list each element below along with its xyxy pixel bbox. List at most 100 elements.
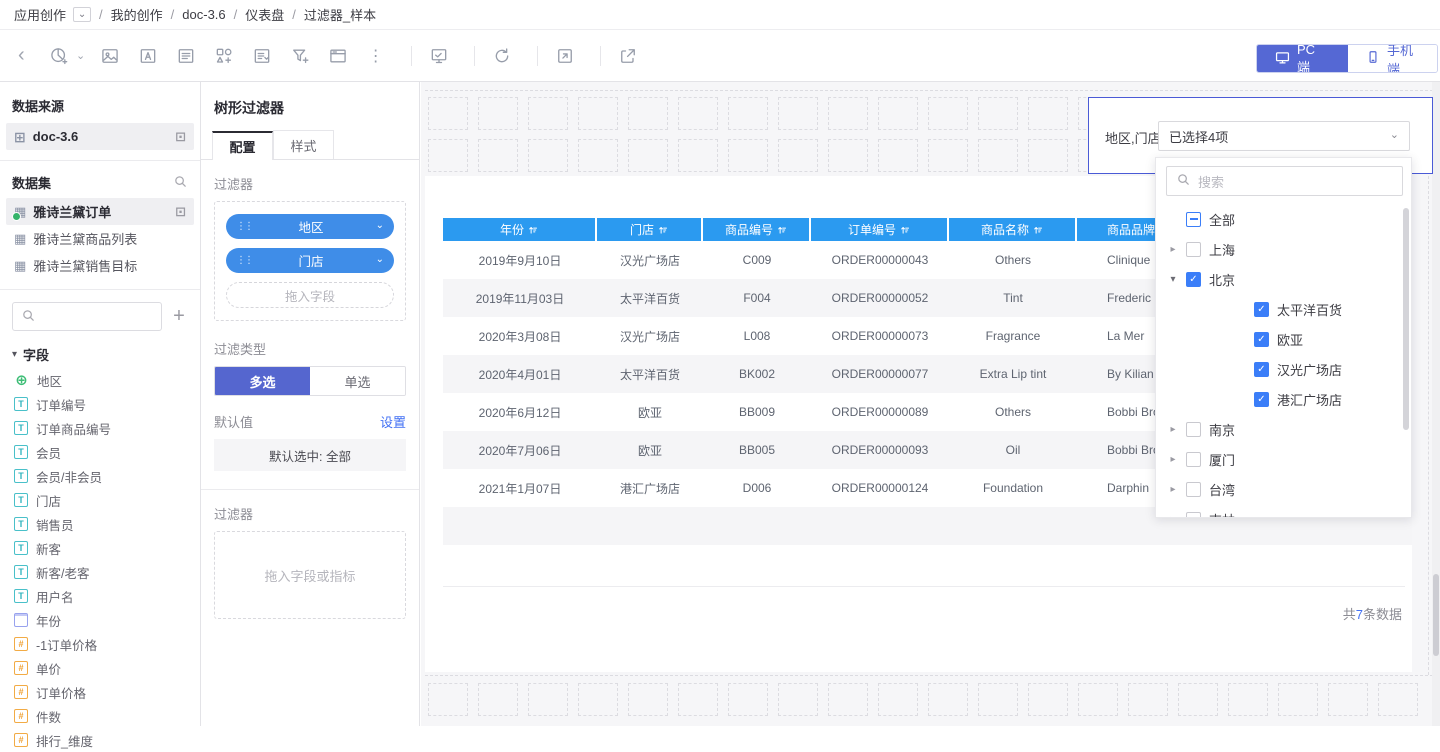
- field-item[interactable]: #单价: [0, 656, 200, 680]
- breadcrumb-item[interactable]: 仪表盘: [245, 5, 284, 24]
- sort-icon[interactable]: [528, 225, 538, 235]
- filter-chip[interactable]: ⋮⋮门店⌄: [226, 248, 394, 273]
- checkbox-unchecked[interactable]: [1186, 242, 1201, 257]
- field-item[interactable]: T会员: [0, 440, 200, 464]
- metric-drop-zone[interactable]: 拖入字段或指标: [214, 531, 406, 619]
- tree-option-南京[interactable]: ▸南京: [1156, 414, 1403, 444]
- component-add-icon[interactable]: [209, 41, 239, 71]
- sort-icon[interactable]: [658, 225, 668, 235]
- panel-toggle-icon[interactable]: ⊡: [175, 129, 186, 145]
- field-search-input[interactable]: [12, 302, 162, 331]
- dataset-item[interactable]: ▦雅诗兰黛商品列表: [6, 225, 194, 252]
- field-item[interactable]: T销售员: [0, 512, 200, 536]
- column-header-3[interactable]: 商品编号: [703, 218, 811, 241]
- drop-field-placeholder[interactable]: 拖入字段: [226, 282, 394, 308]
- tree-option-港汇广场店[interactable]: ✓港汇广场店: [1156, 384, 1403, 414]
- field-item[interactable]: T门店: [0, 488, 200, 512]
- filter-type-多选[interactable]: 多选: [215, 367, 310, 395]
- tree-option-上海[interactable]: ▸上海: [1156, 234, 1403, 264]
- checkbox-checked[interactable]: ✓: [1254, 302, 1269, 317]
- checkbox-unchecked[interactable]: [1186, 452, 1201, 467]
- breadcrumb-item[interactable]: 应用创作: [14, 5, 66, 24]
- chevron-down-icon[interactable]: ⌄: [76, 49, 85, 62]
- tab-样式[interactable]: 样式: [273, 130, 334, 159]
- canvas-scrollbar[interactable]: [1432, 82, 1440, 726]
- field-item[interactable]: #件数: [0, 704, 200, 728]
- checkbox-checked[interactable]: ✓: [1186, 272, 1201, 287]
- checkbox-indeterminate[interactable]: [1186, 212, 1201, 227]
- tree-option-台湾[interactable]: ▸台湾: [1156, 474, 1403, 504]
- tab-block-icon[interactable]: [323, 41, 353, 71]
- tree-option-北京[interactable]: ▾✓北京: [1156, 264, 1403, 294]
- field-item[interactable]: #-1订单价格: [0, 632, 200, 656]
- chevron-down-icon[interactable]: ⌄: [372, 220, 384, 231]
- field-item[interactable]: T用户名: [0, 584, 200, 608]
- tree-search-input[interactable]: 搜索: [1166, 166, 1403, 196]
- checkbox-unchecked[interactable]: [1186, 482, 1201, 497]
- list-filter-icon[interactable]: [247, 41, 277, 71]
- image-icon[interactable]: [95, 41, 125, 71]
- sort-icon[interactable]: [1033, 225, 1043, 235]
- column-header-4[interactable]: 订单编号: [811, 218, 949, 241]
- fullscreen-icon[interactable]: [550, 41, 580, 71]
- form-icon[interactable]: [171, 41, 201, 71]
- collapse-arrow-icon[interactable]: ▸: [1166, 484, 1180, 495]
- field-item[interactable]: T会员/非会员: [0, 464, 200, 488]
- filter-chip[interactable]: ⋮⋮地区⌄: [226, 214, 394, 239]
- chevron-down-icon[interactable]: ⌄: [372, 254, 384, 265]
- sort-icon[interactable]: [777, 225, 787, 235]
- checkbox-unchecked[interactable]: [1186, 512, 1201, 519]
- filter-select[interactable]: 已选择4项 ⌄: [1158, 121, 1410, 151]
- settings-link[interactable]: 设置: [380, 412, 406, 431]
- tree-option-全部[interactable]: 全部: [1156, 204, 1403, 234]
- field-item[interactable]: 年份: [0, 608, 200, 632]
- dataset-search-icon[interactable]: [173, 174, 188, 192]
- field-item[interactable]: T新客/老客: [0, 560, 200, 584]
- collapse-arrow-icon[interactable]: ▾: [12, 349, 17, 360]
- field-item[interactable]: T订单编号: [0, 392, 200, 416]
- breadcrumb-item[interactable]: 我的创作: [111, 5, 163, 24]
- filter-type-单选[interactable]: 单选: [310, 367, 405, 395]
- tree-option-太平洋百货[interactable]: ✓太平洋百货: [1156, 294, 1403, 324]
- back-icon[interactable]: ‹: [18, 44, 34, 67]
- add-field-button[interactable]: +: [170, 305, 188, 328]
- field-item[interactable]: #订单价格: [0, 680, 200, 704]
- breadcrumb-item[interactable]: doc-3.6: [182, 7, 225, 22]
- tree-option-汉光广场店[interactable]: ✓汉光广场店: [1156, 354, 1403, 384]
- tree-option-吉林[interactable]: ▸吉林: [1156, 504, 1403, 518]
- panel-toggle-icon[interactable]: ⊡: [175, 204, 186, 220]
- dashboard-canvas[interactable]: 年份门店商品编号订单编号商品名称商品品牌 2019年9月10日汉光广场店C009…: [421, 82, 1440, 726]
- field-item[interactable]: ⊕地区: [0, 368, 200, 392]
- column-header-2[interactable]: 门店: [597, 218, 703, 241]
- checkbox-checked[interactable]: ✓: [1254, 332, 1269, 347]
- default-value-box[interactable]: 默认选中: 全部: [214, 439, 406, 471]
- field-item[interactable]: T订单商品编号: [0, 416, 200, 440]
- drag-handle-icon[interactable]: ⋮⋮: [236, 221, 250, 232]
- collapse-arrow-icon[interactable]: ▸: [1166, 424, 1180, 435]
- text-icon[interactable]: [133, 41, 163, 71]
- sort-icon[interactable]: [900, 225, 910, 235]
- data-source-item[interactable]: ⊞ doc-3.6 ⊡: [6, 123, 194, 150]
- tab-配置[interactable]: 配置: [212, 131, 273, 160]
- field-item[interactable]: T新客: [0, 536, 200, 560]
- chart-add-icon[interactable]: [44, 41, 74, 71]
- column-header-1[interactable]: 年份: [443, 218, 597, 241]
- collapse-arrow-icon[interactable]: ▸: [1166, 514, 1180, 519]
- tree-option-厦门[interactable]: ▸厦门: [1156, 444, 1403, 474]
- dropdown-scrollbar[interactable]: [1403, 208, 1409, 430]
- tree-option-欧亚[interactable]: ✓欧亚: [1156, 324, 1403, 354]
- funnel-add-icon[interactable]: [285, 41, 315, 71]
- drag-handle-icon[interactable]: ⋮⋮: [236, 255, 250, 266]
- more-icon[interactable]: ⋮: [361, 41, 391, 71]
- collapse-arrow-icon[interactable]: ▸: [1166, 244, 1180, 255]
- breadcrumb-item[interactable]: 过滤器_样本: [304, 5, 376, 24]
- checkbox-checked[interactable]: ✓: [1254, 392, 1269, 407]
- dataset-item[interactable]: ▦雅诗兰黛订单⊡: [6, 198, 194, 225]
- chevron-down-icon[interactable]: ⌄: [73, 7, 91, 22]
- dataset-item[interactable]: ▦雅诗兰黛销售目标: [6, 252, 194, 279]
- pc-view-button[interactable]: PC 端: [1257, 45, 1348, 72]
- refresh-icon[interactable]: [487, 41, 517, 71]
- filter-drop-zone[interactable]: ⋮⋮地区⌄ ⋮⋮门店⌄ 拖入字段: [214, 201, 406, 321]
- preview-icon[interactable]: [424, 41, 454, 71]
- collapse-arrow-icon[interactable]: ▸: [1166, 454, 1180, 465]
